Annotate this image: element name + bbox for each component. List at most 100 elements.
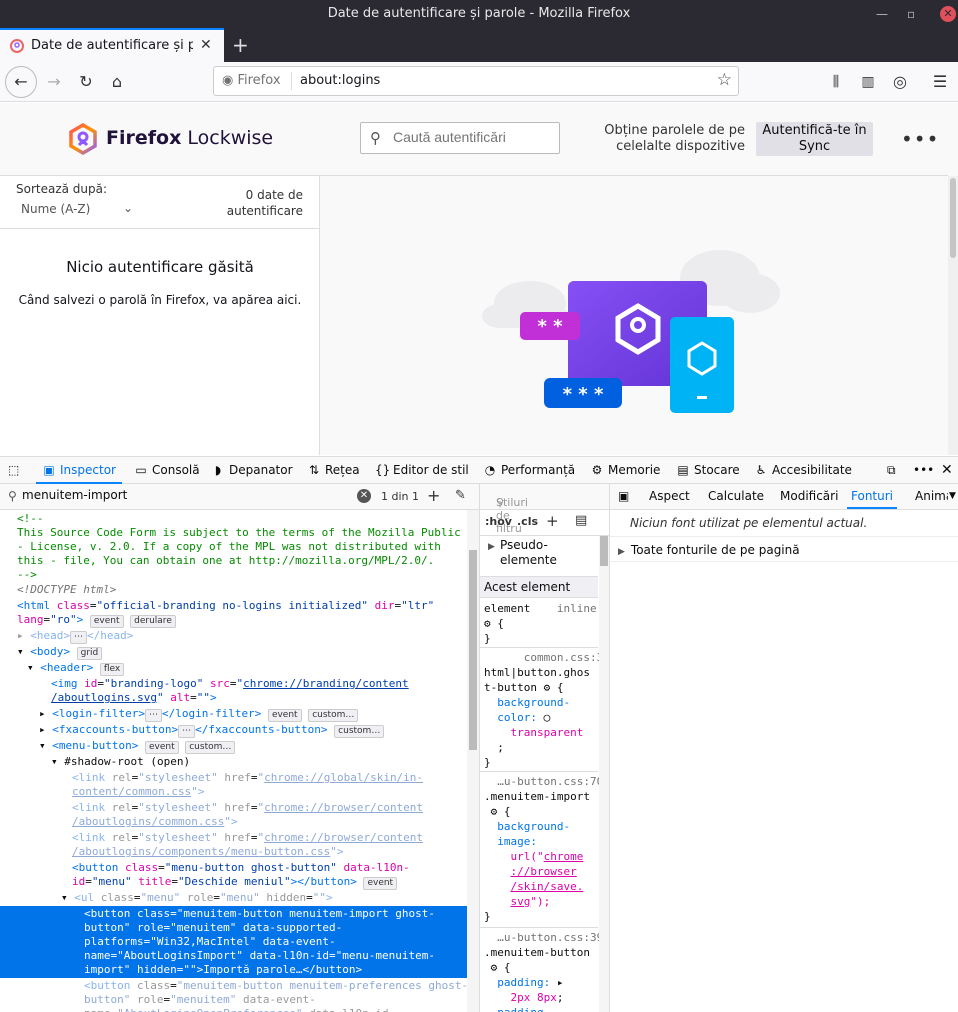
password-dots-large: * * * [563,384,604,405]
markup-line[interactable]: <link rel="stylesheet" href="chrome://br… [72,801,423,829]
url-separator [291,72,292,90]
markup-line[interactable]: <button class="menuitem-button menuitem-… [84,907,435,977]
tab-accessibility[interactable]: ♿ Accesibilitate [754,457,852,484]
tab-accessibility-label: Accesibilitate [772,463,852,477]
login-filter[interactable]: ⚲ [360,122,560,154]
tab-performance-label: Performanță [501,463,576,477]
selected-markup-node[interactable]: <button class="menuitem-button menuitem-… [0,906,467,978]
tab-computed[interactable]: Calculate [708,484,764,509]
more-menu-icon[interactable]: ••• [901,127,939,151]
devtools-more-icon[interactable]: ••• [913,457,934,484]
eyedropper-icon[interactable]: ✎ [455,488,466,503]
markup-line[interactable]: <button class="menu-button ghost-button"… [72,861,410,890]
tab-fonts[interactable]: Fonturi [847,484,897,509]
tab-console[interactable]: ▭ Consolă [134,457,199,484]
tab-memory[interactable]: ⚙ Memorie [590,457,661,484]
minimize-icon[interactable]: — [876,0,888,28]
close-window-icon[interactable]: ✕ [940,6,956,22]
brand-lockwise: Lockwise [187,127,274,149]
markup-scrollbar[interactable] [467,510,479,1012]
markup-line[interactable]: <link rel="stylesheet" href="chrome://br… [72,831,423,859]
rule-element[interactable]: element inline ⚙ { } [484,601,597,646]
pseudo-elements-label: Pseudo-elemente [500,538,557,567]
fonts-divider [610,536,958,537]
markup-line[interactable]: <img id="branding-logo" src="chrome://br… [51,677,409,705]
markup-line[interactable]: ▾ #shadow-root (open) [51,755,190,769]
chevron-down-icon[interactable]: ⌄ [123,201,133,215]
tab-style-editor[interactable]: {} Editor de stil [375,457,469,484]
login-search-input[interactable] [393,129,553,145]
rule-menuitem-import[interactable]: …u-button.css:70 .menuitem-import ⚙ { ba… [484,774,603,924]
add-rule-icon[interactable]: + [546,512,559,530]
markup-line[interactable]: ▾ <header> flex [27,661,125,676]
rules-scrollbar[interactable] [599,536,609,1012]
reload-icon[interactable]: ↻ [72,68,100,96]
cls-toggle[interactable]: .cls [517,515,538,528]
rule-common[interactable]: common.css:365 html|button.ghos t-button… [484,650,609,770]
markup-line[interactable]: <button class="menuitem-button menuitem-… [84,979,467,1012]
tab-layout[interactable]: Aspect [649,484,690,509]
tab-storage-label: Stocare [694,463,740,477]
identity-text: Firefox [237,73,281,88]
all-fonts-toggle[interactable]: ▶ Toate fonturile de pe pagină [618,543,800,557]
toggle-sidebar-icon[interactable]: ▣ [618,484,629,509]
inspector-icon: ▣ [43,463,55,477]
markup-view[interactable]: <!-- This Source Code Form is subject to… [0,510,467,1012]
lockwise-logo-icon [69,123,97,155]
library-icon[interactable]: ⫼ [822,68,850,96]
markup-line[interactable]: ▸ <login-filter> ⋯ </login-filter> event c… [39,707,359,722]
back-icon[interactable]: ← [5,66,37,98]
devtools-close-icon[interactable]: ✕ [941,457,953,484]
print-sim-icon[interactable]: ▤ [575,513,587,528]
tabs-overflow-icon[interactable]: ▼ [949,484,956,509]
rule-divider [480,771,598,772]
browser-tab[interactable]: Date de autentificare și parole ✕ [0,28,224,62]
url-text[interactable]: about:logins [300,73,380,88]
inspector-search-input[interactable] [22,488,342,502]
dock-side-icon[interactable]: ⧉ [887,457,896,484]
tab-debugger[interactable]: ◗ Depanator [211,457,293,484]
tab-close-icon[interactable]: ✕ [200,37,212,53]
sidebar-icon[interactable]: ▥ [854,68,882,96]
all-fonts-label: Toate fonturile de pe pagină [630,543,800,557]
sync-message: Obține parolele de pe celelalte dispozit… [604,123,745,154]
tab-performance[interactable]: ◔ Performanță [483,457,575,484]
page-scrollbar[interactable] [948,176,958,455]
markup-line[interactable]: ▾ <menu-button> event custom… [39,739,236,754]
markup-line[interactable]: ▸ <fxaccounts-button> ⋯ </fxaccounts-butto… [39,723,385,738]
bookmark-star-icon[interactable]: ☆ [717,70,732,90]
forward-icon[interactable]: → [40,68,68,96]
markup-line[interactable]: ▾ <body> grid [17,645,103,660]
tab-changes[interactable]: Modificări [780,484,838,509]
markup-line[interactable]: ▾ <ul class="menu" role="menu" hidden=""… [61,891,333,905]
markup-line[interactable]: ▸ <head> ⋯ </head> [17,629,133,644]
home-icon[interactable]: ⌂ [103,68,131,96]
markup-line[interactable]: <!-- This Source Code Form is subject to… [17,512,461,582]
tab-animations[interactable]: Anima [915,484,948,509]
markup-line[interactable]: <link rel="stylesheet" href="chrome://gl… [72,771,423,799]
menu-icon[interactable]: ☰ [926,68,954,96]
sync-signin-button[interactable]: Autentifică-te în Sync [756,122,873,156]
tab-network-label: Rețea [325,463,360,477]
tab-inspector[interactable]: ▣ Inspector [36,457,122,484]
add-node-icon[interactable]: + [427,486,440,505]
markup-line[interactable]: <html class="official-branding no-logins… [17,599,434,628]
pseudo-elements-toggle[interactable]: ▶ Pseudo-elemente [480,536,598,576]
clear-search-icon[interactable]: ✕ [357,489,371,503]
markup-line[interactable]: <!DOCTYPE html> [17,583,116,597]
gear-icon: ⚙ [484,617,491,630]
rule-menuitem-button[interactable]: …u-button.css:39 .menuitem-button ⚙ { pa… [484,930,603,1012]
tab-storage[interactable]: ▤ Stocare [676,457,740,484]
tab-style-editor-label: Editor de stil [393,463,469,477]
nav-bar: ← → ↻ ⌂ ◉ Firefox about:logins ☆ ⫼ ▥ ◎ ☰ [0,62,958,102]
url-bar[interactable]: ◉ Firefox about:logins ☆ [213,66,739,96]
new-tab-icon[interactable]: + [232,33,249,57]
about-logins-page: Firefox Lockwise ⚲ Obține parolele de pe… [0,103,958,455]
rules-filter[interactable]: ⚲ Stiluri de filtru [480,484,609,535]
element-picker-icon[interactable]: ⬚ [8,457,19,484]
tab-network[interactable]: ⇅ Rețea [307,457,360,484]
hov-toggle[interactable]: :hov [485,515,512,528]
restore-icon[interactable]: ▫ [907,0,915,28]
account-icon[interactable]: ◎ [886,68,914,96]
sort-select[interactable]: Nume (A-Z) [21,202,90,216]
